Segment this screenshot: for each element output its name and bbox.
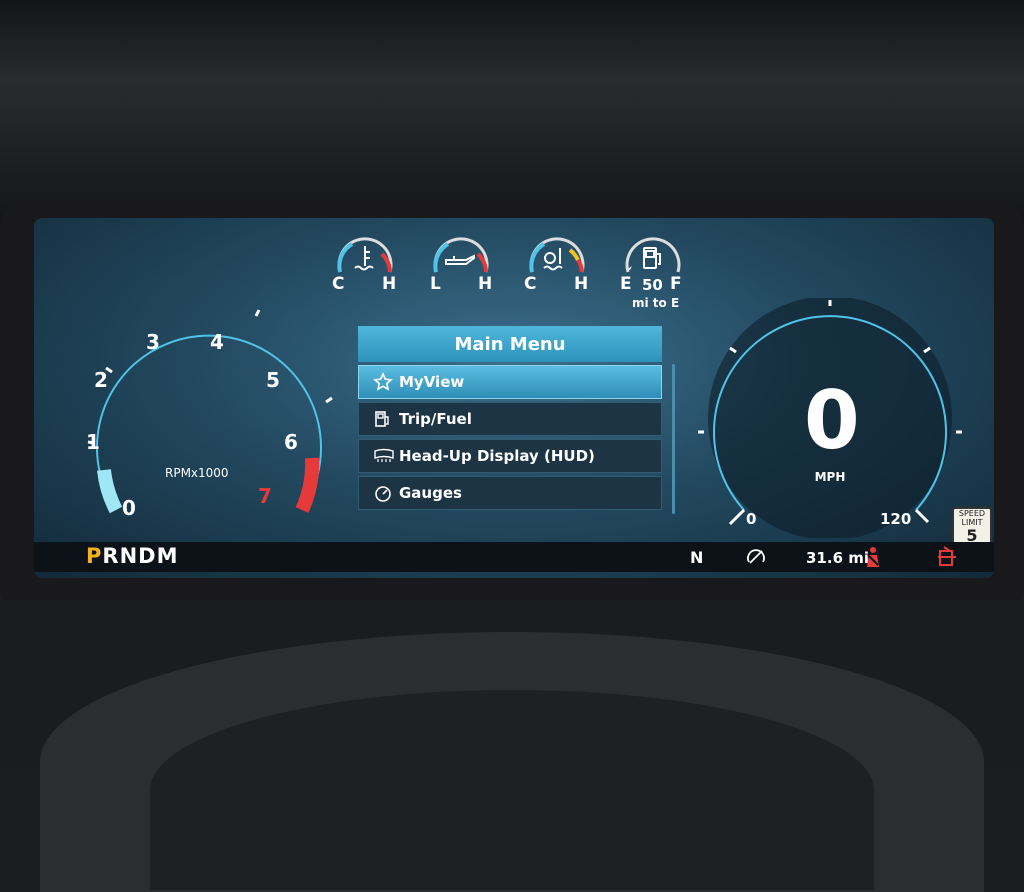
trans-high-label: H	[574, 274, 589, 294]
speed-unit: MPH	[814, 470, 846, 484]
tach-tick-2: 2	[94, 368, 108, 392]
menu-item-gauges[interactable]: Gauges	[358, 476, 662, 510]
coolant-temp-gauge: C H	[330, 230, 400, 314]
menu-title: Main Menu	[358, 326, 662, 362]
coolant-icon	[354, 246, 374, 271]
tach-tick-0: 0	[122, 496, 136, 520]
fuel-pump-icon	[643, 247, 661, 269]
auto-start-stop-off-icon	[744, 545, 768, 573]
fuel-gauge: E 50 F mi to E	[618, 230, 698, 314]
gauge-icon	[373, 483, 395, 503]
menu-item-myview[interactable]: MyView	[358, 365, 662, 399]
tach-tick-3: 3	[146, 330, 160, 354]
oil-can-icon	[445, 254, 475, 265]
speed-limit-line1: SPEED	[958, 509, 986, 518]
dashboard-hood	[0, 0, 1024, 230]
tach-tick-7: 7	[258, 484, 272, 508]
current-gear: N	[690, 548, 704, 567]
fuel-pump-icon	[373, 409, 395, 429]
trans-low-label: C	[524, 274, 537, 294]
oil-low-label: L	[430, 274, 441, 294]
menu-item-label: MyView	[399, 373, 465, 391]
menu-item-hud[interactable]: Head-Up Display (HUD)	[358, 439, 662, 473]
steering-wheel-hub	[150, 690, 874, 890]
coolant-low-label: C	[332, 274, 345, 294]
seatbelt-warning-icon	[862, 545, 884, 573]
gear-selector-rest: RNDM	[102, 544, 179, 568]
fuel-range-value: 50	[642, 276, 663, 294]
tach-tick-4: 4	[210, 330, 224, 354]
menu-item-label: Trip/Fuel	[399, 410, 472, 428]
star-icon	[373, 372, 395, 392]
status-strip: PRNDM N 31.6 mi	[34, 542, 994, 572]
tach-tick-5: 5	[266, 368, 280, 392]
menu-item-label: Head-Up Display (HUD)	[399, 447, 595, 465]
hud-icon	[373, 446, 395, 466]
speed-min-label: 0	[746, 510, 757, 528]
rpm-unit-label: RPMx1000	[165, 466, 229, 480]
fuel-full-label: F	[670, 274, 682, 294]
gear-selector-active: P	[86, 544, 103, 568]
fuel-empty-label: E	[620, 274, 632, 294]
menu-item-trip-fuel[interactable]: Trip/Fuel	[358, 402, 662, 436]
main-menu: Main Menu MyView Trip/Fuel Head-Up Displ…	[358, 326, 662, 510]
menu-item-label: Gauges	[399, 484, 462, 502]
tach-tick-1: 1	[86, 430, 100, 454]
tach-tick-6: 6	[284, 430, 298, 454]
oil-high-label: H	[478, 274, 493, 294]
speed-max-label: 120	[880, 510, 912, 528]
coolant-high-label: H	[382, 274, 397, 294]
gear-selector: PRNDM	[86, 544, 178, 568]
tachometer-dial	[87, 309, 333, 514]
fuel-range-unit: mi to E	[632, 296, 680, 310]
transmission-temp-gauge: C H	[522, 230, 592, 314]
instrument-cluster-screen: C H L H C H E 50 F mi to E 0 1 2 3 4 5 6…	[34, 218, 994, 578]
oil-temp-gauge: L H	[426, 230, 496, 314]
speed-value: 0	[804, 374, 860, 467]
odometer: 31.6 mi	[806, 549, 870, 567]
transmission-temp-icon	[543, 248, 563, 271]
menu-scrollbar[interactable]	[672, 364, 675, 514]
door-ajar-icon	[936, 545, 958, 573]
